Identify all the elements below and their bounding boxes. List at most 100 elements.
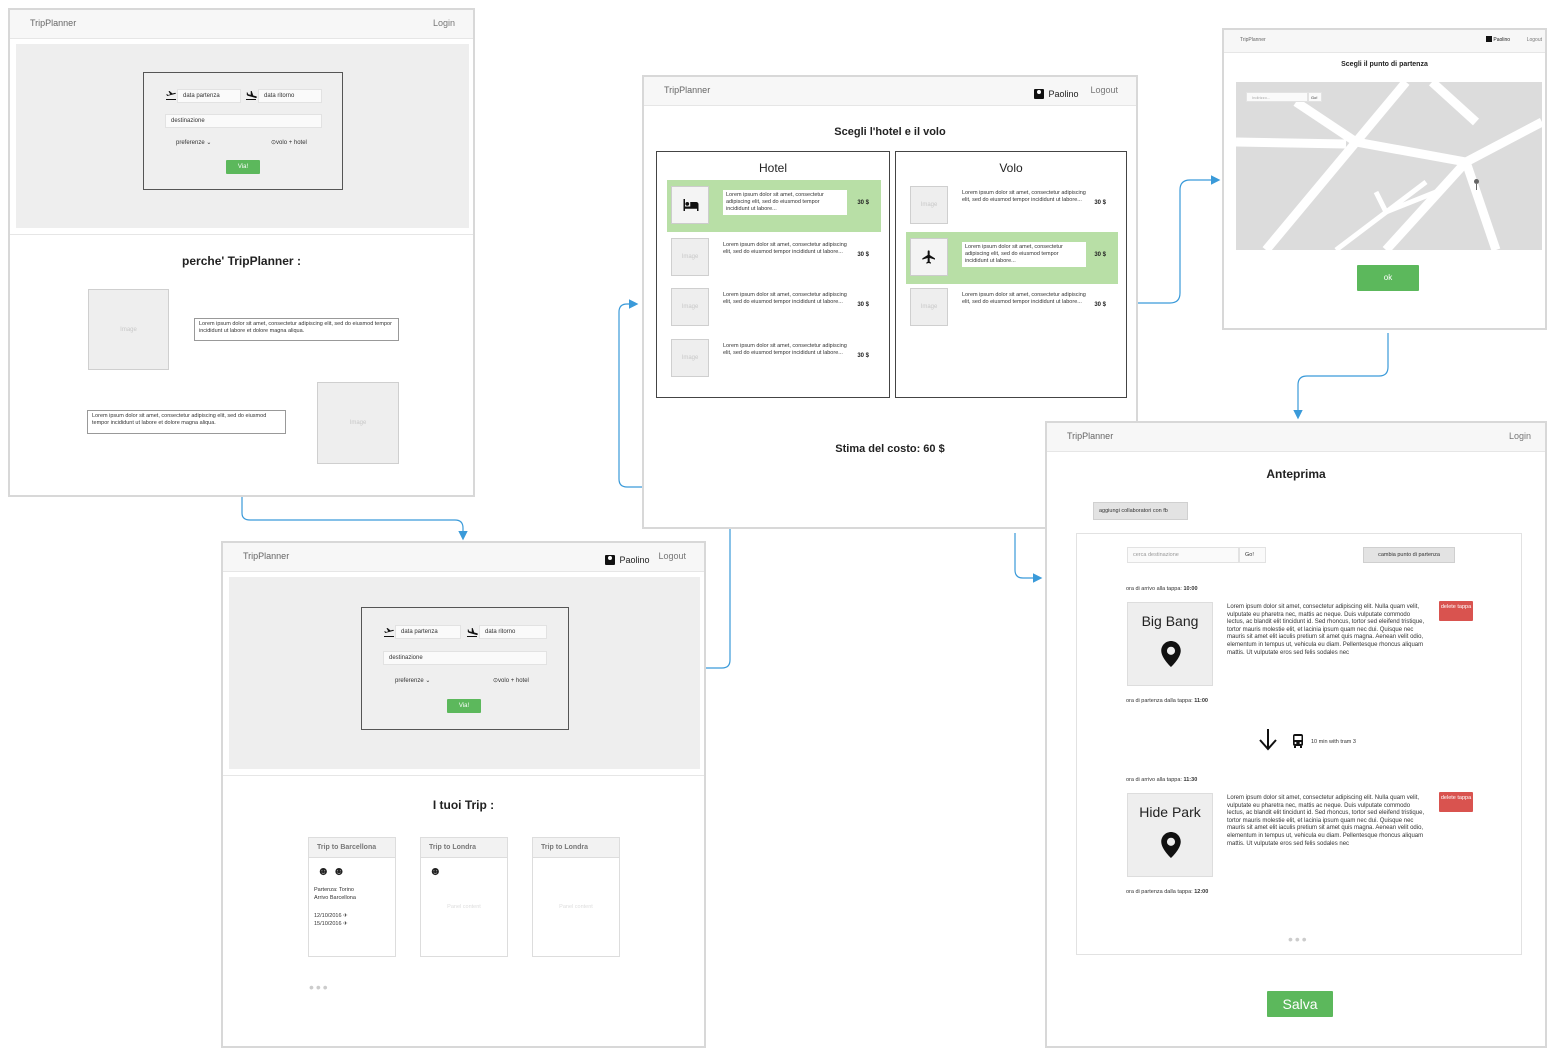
departure-date-field[interactable]: data partenza [177,89,241,103]
hotel-price: 30 $ [857,353,869,359]
logout-link[interactable]: Logout [1090,85,1118,95]
flight-row[interactable]: Image Lorem ipsum dolor sit amet, consec… [906,282,1118,334]
go-button[interactable]: Via! [447,699,481,713]
location-pin-icon [1161,641,1181,667]
delete-stop-button[interactable]: delete tappa [1439,601,1473,621]
stop-name: Big Bang [1141,613,1199,629]
landing-icon: ✈ [343,921,348,927]
hotel-row[interactable]: Image Lorem ipsum dolor sit amet, consec… [667,282,881,334]
user-menu[interactable]: Paolino [605,550,649,568]
go-button[interactable]: Go! [1308,92,1322,102]
save-button[interactable]: Salva [1267,991,1333,1017]
flight-description: Lorem ipsum dolor sit amet, consectetur … [962,292,1086,305]
delete-stop-button[interactable]: delete tappa [1439,792,1473,812]
add-collaborators-button[interactable]: aggiungi collaboratori con fb [1093,502,1188,520]
trip-card[interactable]: Trip to Barcellona ☻☻ Partenza: Torino A… [308,837,396,957]
bed-icon [683,199,699,211]
participants: ☻ [429,864,442,878]
trip-end-date: 15/10/2016 ✈ [314,921,348,927]
hero-area: data partenza data ritorno destinazione … [229,577,700,769]
location-pin-icon [1161,832,1181,858]
change-start-button[interactable]: cambia punto di partenza [1363,547,1455,563]
destination-field[interactable]: destinazione [165,114,322,128]
itinerary-panel: cerca destinazione Go! cambia punto di p… [1076,533,1522,955]
ok-button[interactable]: ok [1357,265,1419,291]
user-circle-icon: ☻ [317,864,333,878]
mode-radio[interactable]: ⊙volo + hotel [493,677,529,684]
divider [10,234,473,235]
hotel-title: Hotel [758,161,787,175]
login-link[interactable]: Login [1509,431,1531,441]
login-link[interactable]: Login [433,18,455,28]
panel-content: Panel content [559,904,593,910]
trip-start-date: 12/10/2016 ✈ [314,913,348,919]
return-date-field[interactable]: data ritorno [258,89,322,103]
flight-row-selected[interactable]: Lorem ipsum dolor sit amet, consectetur … [906,232,1118,284]
feature-text: Lorem ipsum dolor sit amet, consectetur … [194,318,399,341]
brand-logo[interactable]: TripPlanner [1067,431,1113,441]
user-circle-icon: ☻ [332,864,349,878]
brand-logo[interactable]: TripPlanner [243,551,289,561]
image-placeholder: Image [671,238,709,276]
user-icon [1486,36,1492,42]
arrow-hotel-to-map [1138,175,1221,304]
takeoff-icon: ✈ [343,913,348,919]
logout-link[interactable]: Logout [658,551,686,561]
navbar: TripPlanner Login [10,10,473,39]
departure-date-field[interactable]: data partenza [395,625,461,639]
map-pin-icon[interactable] [1474,179,1479,190]
return-date-field[interactable]: data ritorno [479,625,547,639]
preferences-dropdown[interactable]: preferenze ⌄ [395,677,430,684]
more-dots[interactable]: ••• [309,980,330,994]
trip-card[interactable]: Trip to Londra Panel content [532,837,620,957]
trips-title: I tuoi Trip : [432,798,495,812]
go-button[interactable]: Go! [1239,547,1266,563]
stop-card[interactable]: Hide Park [1127,793,1213,877]
hotel-row[interactable]: Image Lorem ipsum dolor sit amet, consec… [667,333,881,385]
brand-logo[interactable]: TripPlanner [664,85,710,95]
navbar: TripPlanner Paolino Logout [644,77,1136,106]
map[interactable]: Indirizzo... Go! [1236,82,1542,250]
brand-logo[interactable]: TripPlanner [30,18,76,28]
departure-time: 11:00 [1194,698,1208,704]
hotel-panel: Hotel Lorem ipsum dolor sit amet, consec… [656,151,890,398]
user-menu[interactable]: Paolino [1034,84,1078,102]
hotel-row[interactable]: Image Lorem ipsum dolor sit amet, consec… [667,232,881,284]
user-menu[interactable]: Paolino [1486,36,1510,43]
hotel-description: Lorem ipsum dolor sit amet, consectetur … [723,242,847,255]
image-placeholder: Image [910,186,948,224]
brand-logo[interactable]: TripPlanner [1240,37,1266,43]
why-title: perche' TripPlanner : [182,254,301,268]
user-name: Paolino [1048,89,1079,99]
mode-radio[interactable]: ⊙volo + hotel [271,139,307,146]
flight-price: 30 $ [1094,252,1106,258]
flight-title: Volo [999,161,1023,175]
bus-icon [1293,734,1303,748]
address-input[interactable]: Indirizzo... [1246,92,1308,102]
hotel-price: 30 $ [857,302,869,308]
user-circle-icon: ☻ [429,864,442,878]
divider [223,775,704,776]
trip-card-title: Trip to Londra [533,838,619,858]
destination-search-input[interactable]: cerca destinazione [1127,547,1239,563]
preferences-dropdown[interactable]: preferenze ⌄ [176,139,211,146]
flight-row[interactable]: Image Lorem ipsum dolor sit amet, consec… [906,180,1118,232]
map-title: Scegli il punto di partenza [1341,61,1428,68]
hotel-row-selected[interactable]: Lorem ipsum dolor sit amet, consectetur … [667,180,881,232]
chevron-down-icon: ⌄ [425,678,431,684]
stop-card[interactable]: Big Bang [1127,602,1213,686]
mode-label: volo + hotel [498,678,529,684]
hotel-description: Lorem ipsum dolor sit amet, consectetur … [723,343,847,356]
arrival-time: 10:00 [1183,586,1198,592]
destination-field[interactable]: destinazione [383,651,547,665]
takeoff-icon [166,91,177,100]
user-name: Paolino [619,555,650,565]
trip-card-title: Trip to Barcellona [309,838,395,858]
more-dots[interactable]: ••• [1288,932,1309,946]
image-placeholder: Image [88,289,169,370]
go-button[interactable]: Via! [226,160,260,174]
trip-card[interactable]: Trip to Londra ☻ Panel content [420,837,508,957]
logout-link[interactable]: Logout [1527,37,1542,43]
flight-description: Lorem ipsum dolor sit amet, consectetur … [962,190,1086,203]
stop-arrival-time: ora di arrivo alla tappa: 10:00 [1126,586,1198,592]
